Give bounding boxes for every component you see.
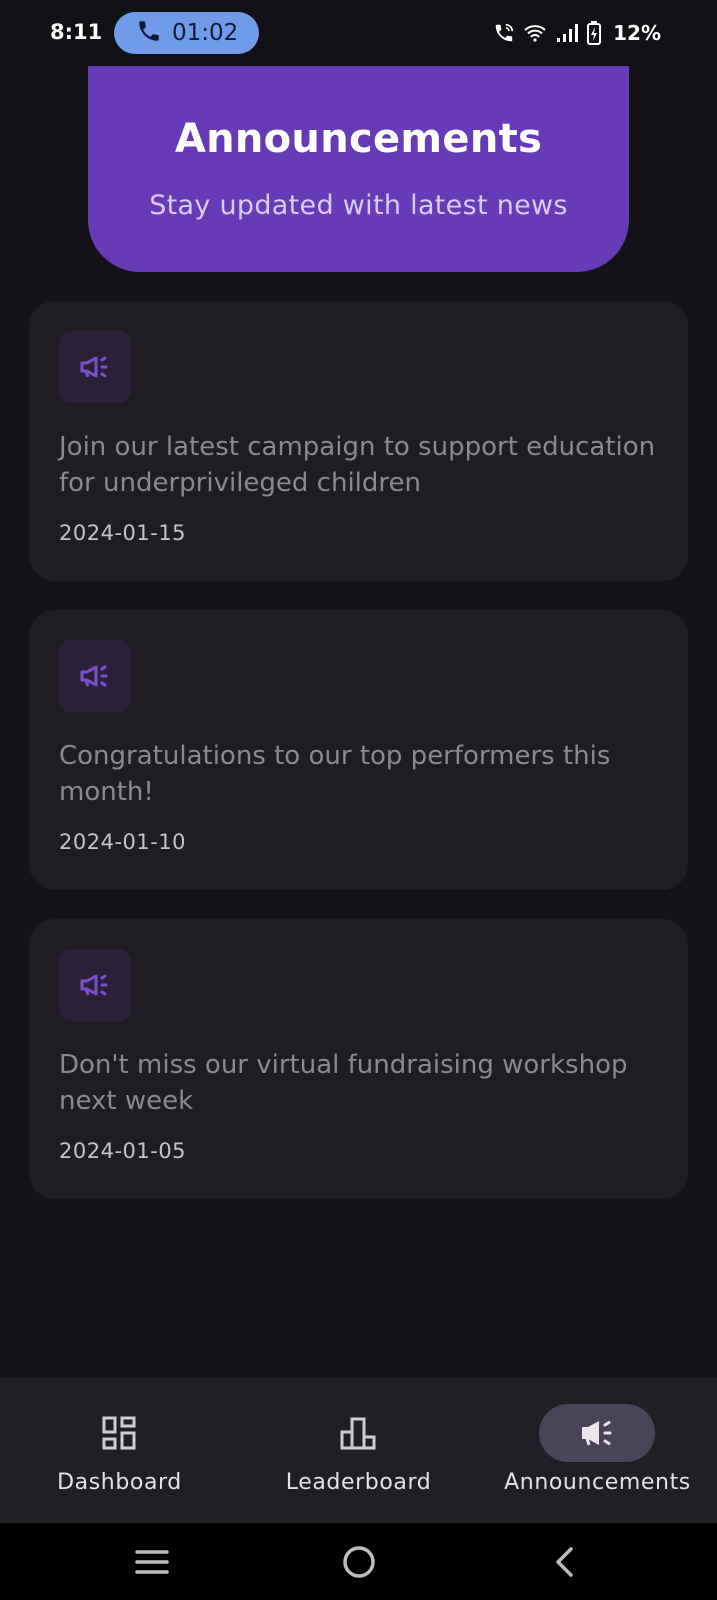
battery-percent: 12%: [613, 21, 661, 45]
phone-icon: [136, 18, 162, 48]
nav-label: Announcements: [504, 1470, 691, 1495]
announcement-date: 2024-01-05: [59, 1139, 187, 1163]
leaderboard-icon: [300, 1404, 416, 1462]
announcement-date: 2024-01-10: [59, 830, 187, 854]
megaphone-icon: [539, 1404, 655, 1462]
announcement-card[interactable]: Don't miss our virtual fundraising works…: [29, 919, 688, 1199]
nav-label: Leaderboard: [285, 1470, 432, 1495]
status-time: 8:11: [50, 20, 103, 44]
battery-charging-icon: [587, 21, 602, 45]
nav-item-dashboard[interactable]: Dashboard: [0, 1378, 239, 1523]
status-bar: 8:11 01:02 12%: [0, 0, 717, 66]
announcement-text: Join our latest campaign to support educ…: [59, 432, 656, 498]
nav-item-leaderboard[interactable]: Leaderboard: [239, 1378, 478, 1523]
megaphone-icon: [59, 331, 131, 403]
recent-apps-icon[interactable]: [127, 1537, 177, 1587]
announcement-card[interactable]: Join our latest campaign to support educ…: [29, 301, 688, 581]
announcements-screen: 8:11 01:02 12% Announcements Stay update…: [0, 0, 717, 1600]
page-title: Announcements: [174, 116, 543, 162]
page-subtitle: Stay updated with latest news: [149, 190, 568, 221]
wifi-icon: [523, 22, 547, 44]
status-icons: 12%: [493, 18, 661, 48]
page-header: Announcements Stay updated with latest n…: [88, 66, 629, 272]
megaphone-icon: [59, 640, 131, 712]
megaphone-icon: [59, 949, 131, 1021]
nav-label: Dashboard: [57, 1470, 182, 1495]
back-icon[interactable]: [540, 1537, 590, 1587]
call-timer: 01:02: [172, 20, 239, 46]
bottom-navigation: Dashboard Leaderboard Announcements: [0, 1378, 717, 1523]
announcement-card[interactable]: Congratulations to our top performers th…: [29, 610, 688, 890]
system-navigation-bar: [0, 1523, 717, 1600]
signal-icon: [555, 22, 579, 44]
nav-item-announcements[interactable]: Announcements: [478, 1378, 717, 1523]
wifi-calling-icon: [493, 22, 515, 44]
dashboard-icon: [61, 1404, 177, 1462]
announcement-text: Don't miss our virtual fundraising works…: [59, 1050, 628, 1116]
announcement-text: Congratulations to our top performers th…: [59, 741, 611, 807]
ongoing-call-chip[interactable]: 01:02: [114, 12, 259, 54]
home-icon[interactable]: [334, 1537, 384, 1587]
announcement-date: 2024-01-15: [59, 521, 187, 545]
